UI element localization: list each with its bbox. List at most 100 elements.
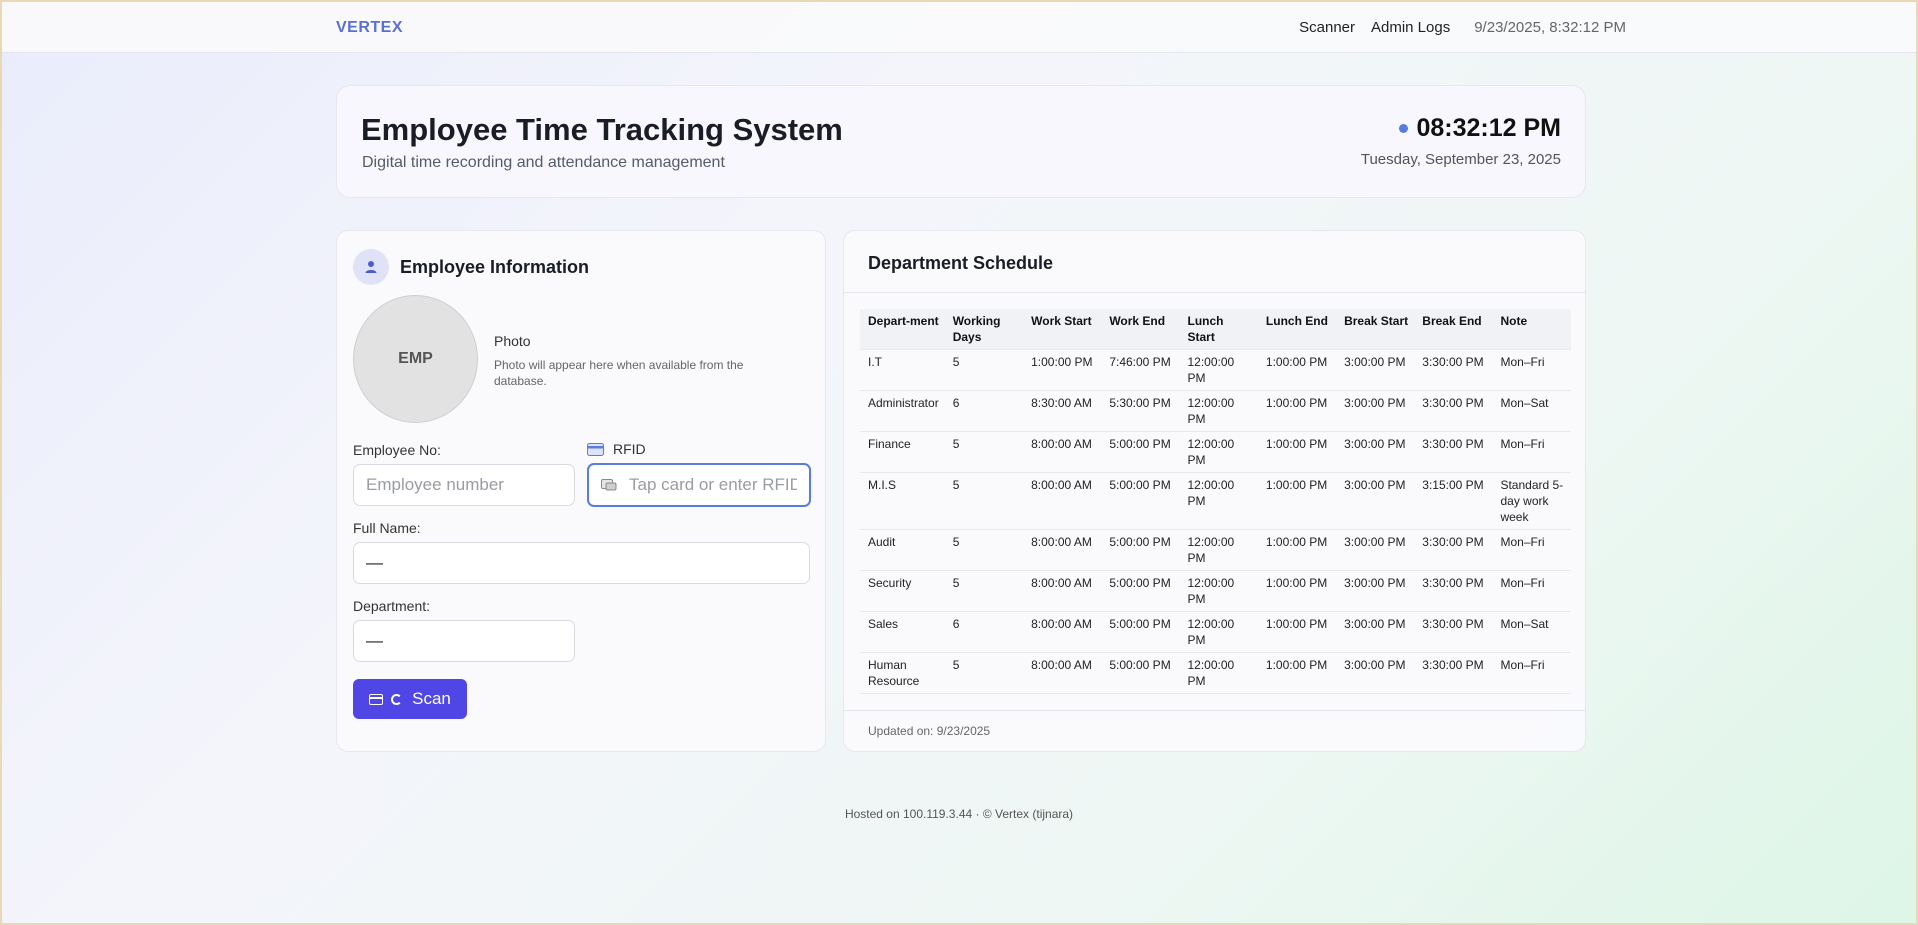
table-cell: 12:00:00 PM — [1179, 611, 1258, 653]
table-cell: 5:00:00 PM — [1101, 472, 1180, 530]
department-field: — — [353, 620, 575, 662]
table-cell: 8:00:00 AM — [1023, 652, 1102, 694]
employee-info-title: Employee Information — [400, 256, 590, 277]
table-cell: 3:00:00 PM — [1336, 472, 1415, 530]
table-cell: 3:00:00 PM — [1336, 529, 1415, 571]
table-cell: 5 — [944, 472, 1024, 530]
scan-button[interactable]: Scan — [353, 679, 467, 719]
table-cell: Sales — [860, 611, 945, 653]
card-tap-icon — [601, 479, 617, 491]
table-cell: Mon–Fri — [1492, 349, 1571, 391]
loading-spinner-icon — [391, 693, 403, 705]
table-cell: 12:00:00 PM — [1179, 390, 1258, 432]
table-cell: 5:00:00 PM — [1101, 570, 1180, 612]
table-cell: Mon–Sat — [1492, 611, 1571, 653]
table-cell: Human Resource — [860, 652, 945, 694]
updated-on-text: Updated on: 9/23/2025 — [868, 724, 991, 738]
table-cell: 5:00:00 PM — [1101, 652, 1180, 694]
table-cell: 5:30:00 PM — [1101, 390, 1180, 432]
brand-logo[interactable]: VERTEX — [336, 19, 403, 37]
table-cell: 3:30:00 PM — [1414, 611, 1493, 653]
table-cell: 3:00:00 PM — [1336, 431, 1415, 473]
column-header: Lunch Start — [1187, 314, 1224, 344]
schedule-title: Department Schedule — [868, 253, 1054, 273]
column-header: Lunch End — [1265, 314, 1328, 328]
employee-photo: EMP — [353, 295, 478, 423]
department-label: Department: — [353, 598, 431, 614]
employee-no-input[interactable] — [353, 464, 575, 506]
page-subtitle: Digital time recording and attendance ma… — [362, 154, 725, 171]
table-cell: Mon–Fri — [1492, 652, 1571, 694]
table-cell: 1:00:00 PM — [1257, 570, 1337, 612]
header-card: Employee Time Tracking System Digital ti… — [336, 85, 1586, 198]
photo-label: Photo — [494, 333, 531, 349]
table-cell: 5:00:00 PM — [1101, 611, 1180, 653]
table-cell: 3:30:00 PM — [1414, 570, 1493, 612]
employee-no-label: Employee No: — [353, 442, 441, 458]
table-row: Finance 5 8:00:00 AM 5:00:00 PM 12:00:00 PM 1… — [860, 431, 1571, 473]
column-header: Break End — [1422, 314, 1482, 328]
table-cell: 5 — [944, 570, 1024, 612]
table-cell: 1:00:00 PM — [1023, 349, 1102, 391]
table-cell: 5:00:00 PM — [1101, 529, 1180, 571]
table-cell: 12:00:00 PM — [1179, 472, 1258, 530]
photo-description: Photo will appear here when available fr… — [494, 358, 744, 388]
table-row: Security 5 8:00:00 AM 5:00:00 PM 12:00:00 PM… — [860, 570, 1571, 612]
table-cell: I.T — [860, 349, 945, 391]
column-header: Work Start — [1031, 314, 1092, 328]
page-footer: Hosted on 100.119.3.44 · © Vertex (tijna… — [844, 807, 1074, 821]
table-cell: Mon–Fri — [1492, 529, 1571, 571]
table-cell: Security — [860, 570, 945, 612]
table-cell: 3:30:00 PM — [1414, 349, 1493, 391]
table-cell: 3:30:00 PM — [1414, 529, 1493, 571]
table-cell: 1:00:00 PM — [1257, 349, 1337, 391]
table-cell: 1:00:00 PM — [1257, 390, 1337, 432]
table-cell: M.I.S — [860, 472, 945, 530]
nav-admin-logs-link[interactable]: Admin Logs — [1371, 19, 1450, 36]
column-header: Work End — [1109, 314, 1166, 328]
table-cell: 3:00:00 PM — [1336, 652, 1415, 694]
table-row: Human Resource 5 8:00:00 AM 5:00:00 PM 12:00… — [860, 652, 1571, 694]
table-cell: 12:00:00 PM — [1179, 529, 1258, 571]
user-icon — [353, 249, 389, 285]
table-cell: 3:00:00 PM — [1336, 611, 1415, 653]
table-cell: 12:00:00 PM — [1179, 652, 1258, 694]
rfid-label: RFID — [613, 441, 646, 457]
table-cell: 8:30:00 AM — [1023, 390, 1102, 432]
live-dot-icon — [1399, 124, 1409, 133]
table-cell: Mon–Fri — [1492, 570, 1571, 612]
table-cell: 1:00:00 PM — [1257, 611, 1337, 653]
table-cell: 8:00:00 AM — [1023, 611, 1102, 653]
divider — [844, 710, 1585, 711]
table-cell: 5:00:00 PM — [1101, 431, 1180, 473]
table-cell: 1:00:00 PM — [1257, 431, 1337, 473]
column-header: Working Days — [952, 314, 1001, 344]
nav-links: Scanner Admin Logs 9/23/2025, 8:32:12 PM — [1283, 19, 1626, 36]
table-cell: 8:00:00 AM — [1023, 472, 1102, 530]
nav-scanner-link[interactable]: Scanner — [1299, 19, 1355, 36]
table-cell: Standard 5-day work week — [1492, 472, 1571, 530]
rfid-input[interactable] — [587, 463, 811, 507]
schedule-table: Depart-ment Working Days Work Start Work… — [860, 309, 1571, 694]
rfid-card-icon — [587, 442, 604, 456]
table-cell: 3:00:00 PM — [1336, 390, 1415, 432]
live-clock: 08:32:12 PM Tuesday, September 23, 2025 — [1361, 114, 1561, 168]
card-icon — [369, 693, 384, 705]
table-cell: 3:30:00 PM — [1414, 431, 1493, 473]
table-row: I.T 5 1:00:00 PM 7:46:00 PM 12:00:00 PM 1:00:… — [860, 349, 1571, 391]
page-title: Employee Time Tracking System — [361, 112, 843, 147]
table-row: Audit 5 8:00:00 AM 5:00:00 PM 12:00:00 PM 1:0… — [860, 529, 1571, 571]
table-cell: 12:00:00 PM — [1179, 570, 1258, 612]
nav-timestamp: 9/23/2025, 8:32:12 PM — [1474, 19, 1626, 36]
table-cell: 5 — [944, 349, 1024, 391]
column-header: Depart-ment — [868, 314, 939, 328]
table-cell: 3:00:00 PM — [1336, 349, 1415, 391]
table-cell: 8:00:00 AM — [1023, 570, 1102, 612]
table-cell: 12:00:00 PM — [1179, 349, 1258, 391]
scan-button-label: Scan — [412, 689, 451, 708]
table-cell: 6 — [944, 611, 1024, 653]
table-cell: 1:00:00 PM — [1257, 472, 1337, 530]
table-cell: 8:00:00 AM — [1023, 431, 1102, 473]
table-cell: Mon–Fri — [1492, 431, 1571, 473]
clock-time: 08:32:12 PM — [1416, 114, 1561, 142]
